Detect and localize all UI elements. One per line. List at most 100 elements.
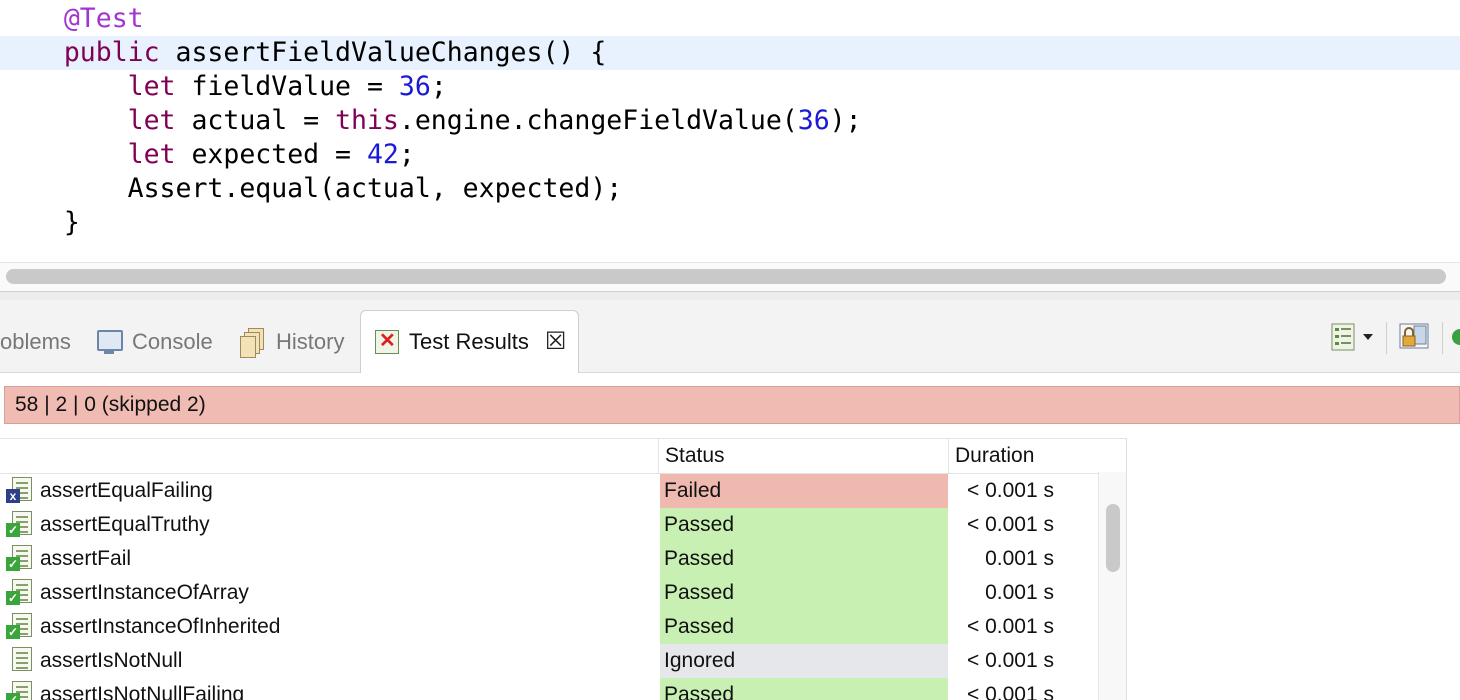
dropdown-arrow-icon bbox=[1363, 334, 1373, 340]
status-cell: Passed bbox=[660, 576, 948, 610]
layout-menu-button[interactable] bbox=[1330, 320, 1356, 354]
duration-cell: < 0.001 s bbox=[967, 479, 1054, 502]
lock-icon bbox=[1399, 323, 1429, 349]
run-button[interactable] bbox=[1450, 320, 1460, 354]
test-summary-bar: 58 | 2 | 0 (skipped 2) bbox=[4, 386, 1460, 424]
tab-history[interactable]: History bbox=[240, 312, 344, 372]
console-icon bbox=[96, 328, 123, 356]
keyword-token: public bbox=[63, 37, 160, 68]
editor-horizontal-scrollbar[interactable] bbox=[0, 262, 1460, 291]
test-passed-icon: ✓ bbox=[6, 579, 34, 607]
test-results-icon: ✕ bbox=[373, 328, 399, 356]
duration-cell: < 0.001 s bbox=[967, 683, 1054, 700]
toolbar-separator bbox=[1442, 322, 1443, 354]
number-token: 42 bbox=[366, 139, 399, 170]
keyword-token: let bbox=[127, 71, 176, 102]
tab-label: oblems bbox=[0, 329, 71, 354]
status-cell: Failed bbox=[660, 474, 948, 508]
test-name-cell: ✓ assertIsNotNullFailing bbox=[0, 678, 658, 700]
table-row[interactable]: ✓ assertIsNotNullFailing Passed < 0.001 … bbox=[0, 678, 1098, 700]
number-token: 36 bbox=[797, 105, 830, 136]
code-line-7[interactable]: } bbox=[0, 206, 1460, 240]
table-header: Status Duration bbox=[0, 438, 1126, 474]
code-line-6[interactable]: Assert.equal(actual, expected); bbox=[0, 172, 1460, 206]
table-row[interactable]: assertIsNotNull Ignored < 0.001 s bbox=[0, 644, 1098, 678]
test-name: assertIsNotNullFailing bbox=[40, 683, 245, 700]
table-vertical-scrollbar[interactable] bbox=[1098, 472, 1126, 700]
code-line-3[interactable]: let fieldValue = 36; bbox=[0, 70, 1460, 104]
table-row[interactable]: ✓ assertInstanceOfInherited Passed < 0.0… bbox=[0, 610, 1098, 644]
layout-menu-icon bbox=[1331, 323, 1355, 351]
code-text: ); bbox=[829, 105, 862, 136]
code-editor[interactable]: @Test public assertFieldValueChanges() {… bbox=[0, 0, 1460, 262]
duration-cell: 0.001 s bbox=[985, 547, 1054, 570]
status-cell: Ignored bbox=[660, 644, 948, 678]
number-token: 36 bbox=[398, 71, 431, 102]
code-text: Assert.equal(actual, expected); bbox=[127, 173, 623, 204]
keyword-token: let bbox=[127, 139, 176, 170]
test-name: assertEqualTruthy bbox=[40, 513, 210, 536]
test-name-cell: ✓ assertInstanceOfInherited bbox=[0, 610, 658, 644]
column-header-status[interactable]: Status bbox=[658, 439, 948, 473]
code-text: .engine.changeFieldValue( bbox=[398, 105, 798, 136]
test-name: assertFail bbox=[40, 547, 132, 570]
test-passed-icon: ✓ bbox=[6, 511, 34, 539]
duration-cell: < 0.001 s bbox=[967, 513, 1054, 536]
code-text: ; bbox=[430, 71, 447, 102]
code-text: actual = bbox=[175, 105, 336, 136]
keyword-token: let bbox=[127, 105, 176, 136]
test-name: assertInstanceOfArray bbox=[40, 581, 249, 604]
tab-label: History bbox=[276, 329, 345, 354]
history-icon bbox=[240, 328, 266, 358]
test-name-cell: ✓ assertEqualTruthy bbox=[0, 508, 658, 542]
tab-console[interactable]: Console bbox=[96, 312, 213, 372]
test-results-table[interactable]: Status Duration x assertEqualFailing Fai… bbox=[0, 438, 1127, 700]
run-icon bbox=[1452, 329, 1460, 345]
summary-text: 58 | 2 | 0 (skipped 2) bbox=[15, 393, 206, 416]
close-icon[interactable]: ☒ bbox=[545, 330, 567, 354]
test-failed-icon: x bbox=[6, 477, 34, 505]
code-text: } bbox=[63, 207, 80, 238]
scroll-lock-button[interactable] bbox=[1398, 320, 1430, 354]
duration-cell: < 0.001 s bbox=[967, 649, 1054, 672]
tab-test-results[interactable]: ✕ Test Results ☒ bbox=[360, 310, 580, 373]
code-line-1[interactable]: @Test bbox=[0, 2, 1460, 36]
test-passed-icon: ✓ bbox=[6, 545, 34, 573]
test-name-cell: ✓ assertFail bbox=[0, 542, 658, 576]
view-menu-dropdown[interactable] bbox=[1362, 320, 1374, 354]
column-header-name[interactable] bbox=[0, 439, 658, 473]
test-name-cell: x assertEqualFailing bbox=[0, 474, 658, 508]
tab-label: Console bbox=[132, 329, 213, 354]
status-cell: Passed bbox=[660, 678, 948, 700]
scrollbar-thumb[interactable] bbox=[1106, 504, 1120, 572]
code-text: assertFieldValueChanges() { bbox=[159, 37, 607, 68]
column-header-duration[interactable]: Duration bbox=[948, 439, 1094, 473]
duration-cell: < 0.001 s bbox=[967, 615, 1054, 638]
table-row[interactable]: x assertEqualFailing Failed < 0.001 s bbox=[0, 474, 1098, 508]
view-tab-bar: oblems Console History ✕ Test Results ☒ bbox=[0, 300, 1460, 373]
table-row[interactable]: ✓ assertEqualTruthy Passed < 0.001 s bbox=[0, 508, 1098, 542]
test-passed-icon: ✓ bbox=[6, 613, 34, 641]
test-passed-icon: ✓ bbox=[6, 681, 34, 700]
code-text: expected = bbox=[175, 139, 367, 170]
code-line-4[interactable]: let actual = this.engine.changeFieldValu… bbox=[0, 104, 1460, 138]
test-name-cell: assertIsNotNull bbox=[0, 644, 658, 678]
tab-problems[interactable]: oblems bbox=[0, 312, 71, 372]
status-cell: Passed bbox=[660, 508, 948, 542]
duration-cell: 0.001 s bbox=[985, 581, 1054, 604]
test-name: assertInstanceOfInherited bbox=[40, 615, 281, 638]
code-line-2-current[interactable]: public assertFieldValueChanges() { bbox=[0, 36, 1460, 70]
table-row[interactable]: ✓ assertInstanceOfArray Passed 0.001 s bbox=[0, 576, 1098, 610]
scrollbar-thumb[interactable] bbox=[6, 269, 1446, 284]
status-cell: Passed bbox=[660, 610, 948, 644]
test-ignored-icon bbox=[6, 647, 34, 675]
table-row[interactable]: ✓ assertFail Passed 0.001 s bbox=[0, 542, 1098, 576]
tab-label: Test Results bbox=[409, 329, 529, 354]
test-name: assertIsNotNull bbox=[40, 649, 183, 672]
toolbar-separator bbox=[1386, 322, 1387, 354]
test-name: assertEqualFailing bbox=[40, 479, 213, 502]
code-text: fieldValue = bbox=[175, 71, 399, 102]
test-name-cell: ✓ assertInstanceOfArray bbox=[0, 576, 658, 610]
keyword-token: this bbox=[335, 105, 399, 136]
code-line-5[interactable]: let expected = 42; bbox=[0, 138, 1460, 172]
